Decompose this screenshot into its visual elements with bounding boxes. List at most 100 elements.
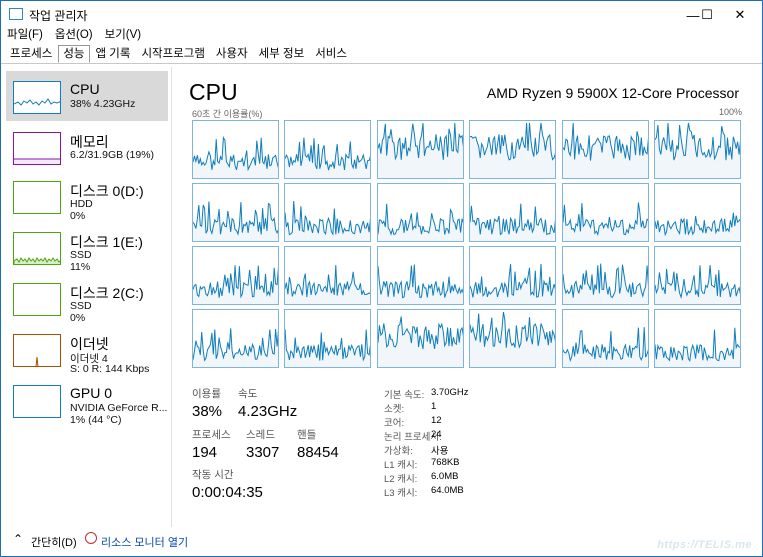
sidebar-item-disk-2[interactable]: 디스크 2(C:) SSD 0% — [6, 273, 168, 324]
maximize-icon: ☐ — [701, 7, 713, 22]
logical-processor-graph-grid[interactable] — [192, 120, 742, 368]
logical-processor-graph — [469, 246, 557, 305]
logical-processor-graph — [284, 183, 372, 242]
ethernet-thumbnail-graph — [13, 334, 61, 367]
handles-value: 88454 — [297, 444, 339, 461]
speed-label: 속도 — [238, 388, 258, 400]
watermark-logo: https://TELIS.me — [657, 539, 752, 551]
logical-processor-graph — [284, 120, 372, 179]
resource-sidebar: CPU 38% 4.23GHz 메모리 6.2/31.9GB (19%) 디스크… — [1, 67, 172, 527]
sidebar-item-ethernet[interactable]: 이더넷 이더넷 4 S: 0 R: 144 Kbps — [6, 324, 168, 375]
logical-processor-graph — [654, 309, 741, 368]
sidebar-item-detail: 0% — [70, 312, 86, 324]
sidebar-item-disk-0[interactable]: 디스크 0(D:) HDD 0% — [6, 171, 168, 222]
sidebar-item-label: CPU — [70, 81, 100, 97]
utilization-value: 38% — [192, 403, 223, 420]
tab-startup[interactable]: 시작프로그램 — [136, 45, 209, 63]
utilization-label: 이용률 — [192, 388, 221, 400]
sidebar-item-memory[interactable]: 메모리 6.2/31.9GB (19%) — [6, 122, 168, 172]
tab-details[interactable]: 세부 정보 — [254, 45, 310, 63]
resource-monitor-link[interactable]: 리소스 모니터 열기 — [101, 534, 188, 550]
sidebar-item-cpu[interactable]: CPU 38% 4.23GHz — [6, 71, 168, 121]
sidebar-item-gpu[interactable]: GPU 0 NVIDIA GeForce R... 1% (44 °C) — [6, 375, 168, 426]
menu-options[interactable]: 옵션(O) — [49, 26, 99, 44]
logical-processor-graph — [376, 309, 464, 368]
uptime-label: 작동 시간 — [192, 469, 234, 481]
logical-processor-graph — [654, 183, 741, 242]
logical-processor-graph — [469, 183, 557, 242]
disk2-thumbnail-graph — [13, 283, 61, 316]
spec-label: 기본 속도: — [384, 390, 425, 401]
threads-value: 3307 — [246, 444, 280, 461]
sidebar-item-detail: S: 0 R: 144 Kbps — [70, 363, 150, 375]
spec-value: 12 — [431, 415, 442, 426]
spec-value: 6.0MB — [431, 471, 459, 482]
tab-services[interactable]: 서비스 — [310, 45, 352, 63]
logical-processor-graph — [376, 246, 464, 305]
spec-value: 768KB — [431, 457, 460, 468]
cpu-detail-panel: CPU AMD Ryzen 9 5900X 12-Core Processor … — [173, 67, 761, 527]
spec-label: L2 캐시: — [384, 474, 418, 485]
sidebar-item-disk-1[interactable]: 디스크 1(E:) SSD 11% — [6, 222, 168, 273]
logical-processor-graph — [469, 120, 557, 179]
footer-bar: ⌃ 간단히(D) 리소스 모니터 열기 https://TELIS.me — [1, 526, 762, 556]
disk0-thumbnail-graph — [13, 181, 61, 214]
utilization-area — [655, 212, 740, 241]
fewer-details-link[interactable]: 간단히(D) — [31, 534, 77, 550]
logical-processor-graph — [284, 309, 372, 368]
processes-label: 프로세스 — [192, 429, 231, 441]
spec-label: 코어: — [384, 418, 405, 429]
tab-processes[interactable]: 프로세스 — [5, 45, 57, 63]
threads-label: 스레드 — [246, 429, 275, 441]
utilization-area — [377, 264, 463, 304]
sidebar-item-detail: 0% — [70, 210, 86, 222]
menu-bar: 파일(F) 옵션(O) 보기(V) — [1, 26, 147, 44]
page-title: CPU — [189, 79, 238, 105]
close-icon: ✕ — [734, 7, 746, 22]
spec-value: 24 — [431, 429, 442, 440]
logical-processor-graph — [192, 120, 279, 179]
logical-processor-graph — [561, 309, 649, 368]
tab-users[interactable]: 사용자 — [211, 45, 253, 63]
sidebar-item-detail: 38% 4.23GHz — [70, 98, 136, 110]
cpu-thumbnail-graph — [13, 81, 61, 114]
menu-view[interactable]: 보기(V) — [99, 26, 148, 44]
resource-monitor-icon — [85, 532, 97, 544]
utilization-area — [377, 316, 463, 367]
cpu-model-name: AMD Ryzen 9 5900X 12-Core Processor — [486, 85, 739, 101]
menu-file[interactable]: 파일(F) — [1, 26, 49, 44]
sidebar-item-detail: 11% — [70, 261, 91, 273]
spec-value: 사용 — [431, 446, 449, 457]
logical-processor-graph — [654, 246, 741, 305]
uptime-value: 0:00:04:35 — [192, 484, 263, 501]
sidebar-item-type: SSD — [70, 249, 92, 261]
close-button[interactable]: ✕ — [717, 1, 763, 29]
chevron-up-icon[interactable]: ⌃ — [13, 532, 23, 546]
tab-app-history[interactable]: 앱 기록 — [91, 45, 136, 63]
speed-value: 4.23GHz — [238, 403, 298, 420]
utilization-area — [470, 312, 556, 367]
tab-performance[interactable]: 성능 — [58, 45, 90, 63]
window-title: 작업 관리자 — [29, 9, 88, 23]
logical-processor-graph — [192, 183, 279, 242]
logical-processor-graph — [376, 120, 464, 179]
graph-max-label: 100% — [718, 107, 742, 117]
logical-processor-graph — [561, 120, 649, 179]
spec-label: L3 캐시: — [384, 488, 418, 499]
utilization-area — [193, 328, 278, 367]
logical-processor-graph — [376, 183, 464, 242]
utilization-area — [377, 203, 463, 241]
sidebar-item-detail: 1% (44 °C) — [70, 414, 122, 426]
processes-value: 194 — [192, 444, 218, 461]
spec-label: 소켓: — [384, 404, 405, 415]
title-bar[interactable]: 작업 관리자 — ☐ ✕ — [1, 1, 762, 29]
logical-processor-graph — [192, 309, 279, 368]
sidebar-item-type: HDD — [70, 198, 93, 210]
spec-value: 3.70GHz — [431, 387, 469, 398]
handles-label: 핸들 — [297, 429, 317, 441]
graph-axis-label: 60초 간 이용률(%) — [192, 109, 263, 119]
sidebar-item-label: GPU 0 — [70, 385, 113, 401]
gpu-thumbnail-graph — [13, 385, 61, 418]
logical-processor-graph — [469, 309, 557, 368]
sidebar-item-type: SSD — [70, 300, 92, 312]
